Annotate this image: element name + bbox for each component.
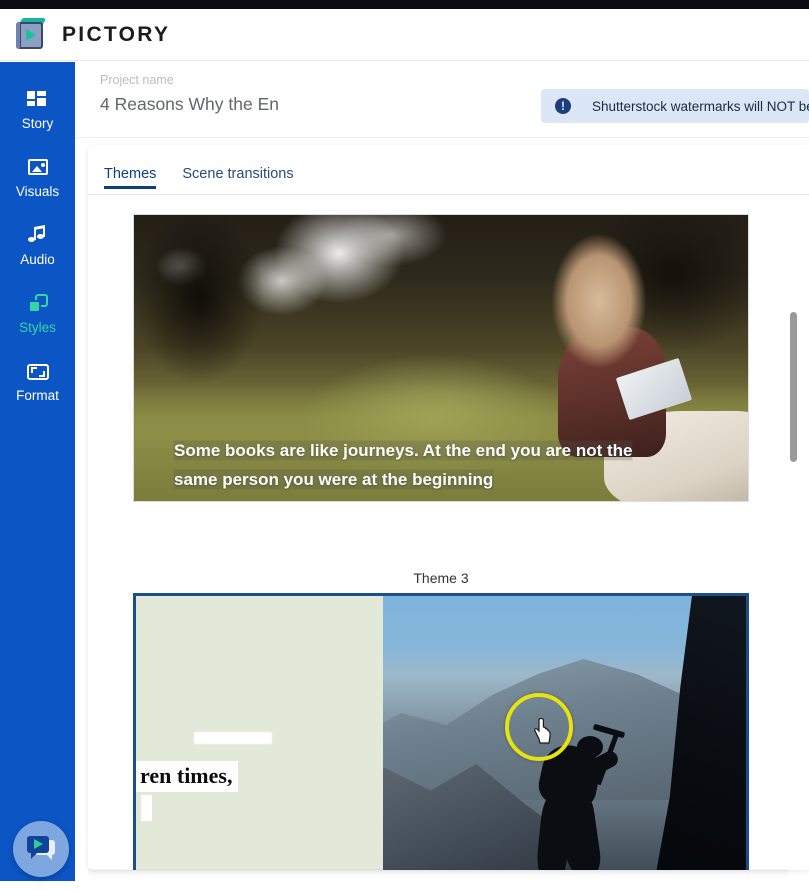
panel-bottom-shadow	[88, 869, 788, 880]
sidebar-item-format[interactable]: Format	[0, 348, 75, 416]
music-note-icon	[26, 225, 50, 247]
vertical-scrollbar-thumb[interactable]	[790, 312, 797, 462]
project-name-input[interactable]: 4 Reasons Why the En	[100, 94, 279, 115]
pictory-book-play-icon	[13, 17, 49, 53]
theme-preview-image	[383, 596, 746, 870]
sidebar-item-label: Format	[16, 388, 59, 404]
caption-caret	[141, 795, 152, 821]
grid-squares-icon	[26, 89, 50, 111]
tab-bar: Themes Scene transitions	[88, 145, 809, 195]
left-sidebar: Story Visuals Audio Styles Format	[0, 62, 75, 891]
sidebar-item-audio[interactable]: Audio	[0, 212, 75, 280]
vertical-scrollbar-track[interactable]	[790, 196, 797, 864]
theme-name-label: Theme 3	[413, 570, 469, 586]
sidebar-item-label: Styles	[19, 320, 56, 336]
app-header: PICTORY	[0, 9, 809, 61]
click-highlight-ring	[505, 693, 573, 761]
tab-scene-transitions[interactable]: Scene transitions	[182, 145, 293, 195]
caption-line: ren times,	[136, 761, 239, 792]
watermark-notice-text: Shutterstock watermarks will NOT be pr	[592, 98, 809, 114]
themes-scroll-area: Some books are like journeys. At the end…	[88, 195, 809, 870]
watermark-notice-banner: ! Shutterstock watermarks will NOT be pr	[541, 89, 809, 123]
sidebar-item-styles[interactable]: Styles	[0, 280, 75, 348]
theme-preview-card-selected[interactable]: ren times,	[133, 593, 749, 870]
image-frame-icon	[26, 157, 50, 179]
page-bottom-strip	[0, 881, 809, 891]
pictory-app-window: PICTORY Story Visuals Audio Styles Forma…	[0, 0, 809, 891]
project-name-label: Project name	[100, 73, 174, 87]
sidebar-item-label: Audio	[20, 252, 55, 268]
theme-preview-card[interactable]: Some books are like journeys. At the end…	[133, 214, 749, 502]
info-exclamation-icon: !	[555, 98, 571, 114]
styles-content-panel: Themes Scene transitions Some books are …	[88, 145, 809, 870]
project-bar: Project name 4 Reasons Why the En ! Shut…	[75, 62, 809, 138]
sidebar-item-label: Visuals	[15, 184, 60, 200]
tab-themes[interactable]: Themes	[104, 145, 157, 195]
brand-name: PICTORY	[62, 22, 171, 46]
sidebar-item-story[interactable]: Story	[0, 76, 75, 144]
layers-squares-icon	[26, 293, 50, 315]
theme-text-panel: ren times,	[136, 596, 383, 870]
caption-line: Some books are like journeys. At the end…	[174, 441, 633, 460]
theme-caption-overlay: Some books are like journeys. At the end…	[174, 437, 694, 495]
caption-placeholder-bar	[194, 732, 272, 744]
browser-top-bar	[0, 0, 809, 9]
sidebar-item-label: Story	[21, 116, 54, 132]
help-chat-button[interactable]	[13, 821, 69, 877]
crop-frame-icon	[26, 361, 50, 383]
sidebar-item-visuals[interactable]: Visuals	[0, 144, 75, 212]
caption-line: same person you were at the beginning	[174, 470, 494, 489]
